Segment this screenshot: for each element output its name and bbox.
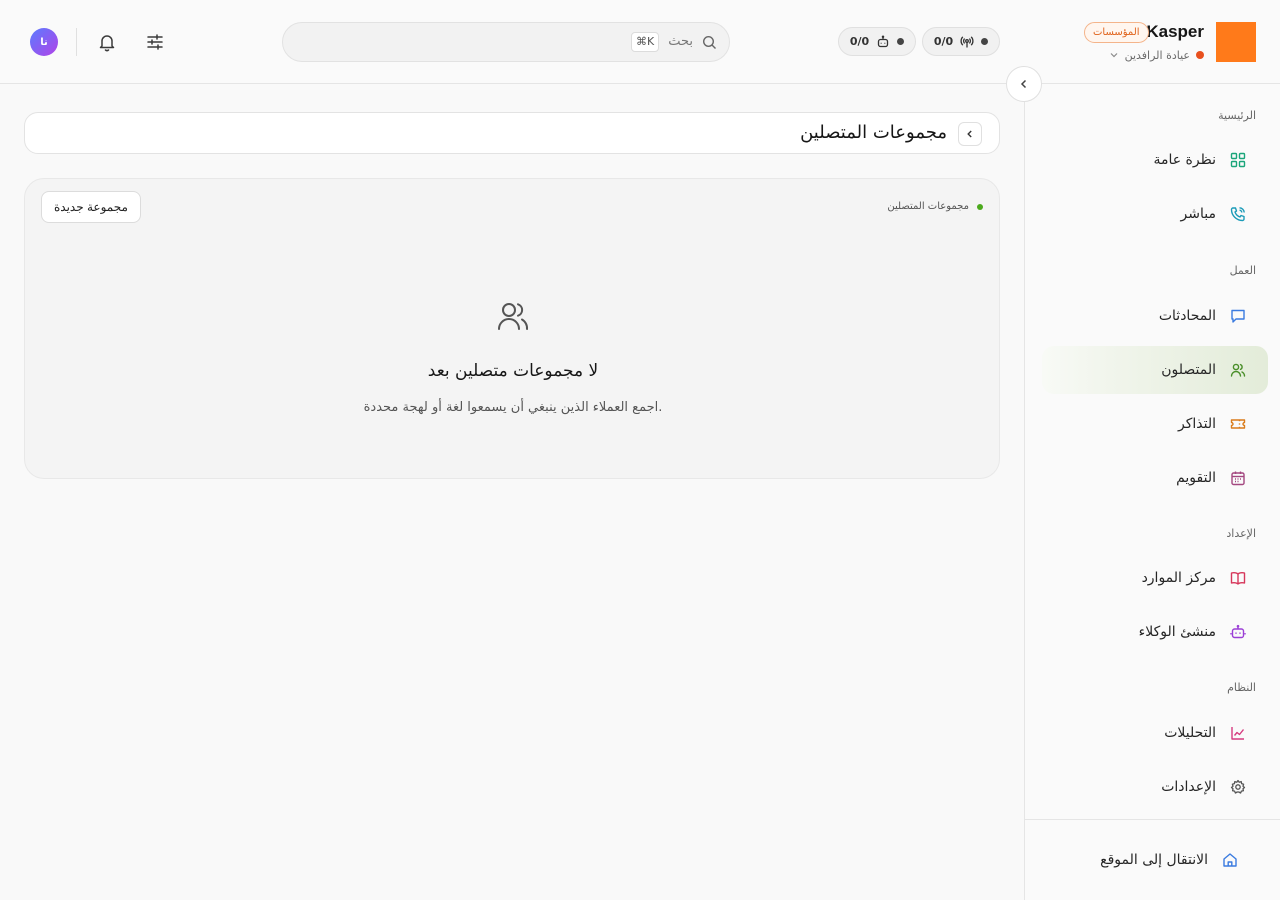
status-dot [897, 38, 905, 45]
card-section-label: مجموعات المتصلين [887, 201, 969, 212]
sidebar-section-system: النظام [1227, 681, 1256, 694]
workspace-switcher[interactable]: عيادة الرافدين [1109, 46, 1204, 64]
live-calls-count: 0/0 [933, 35, 954, 48]
chart-icon [1230, 725, 1246, 741]
sidebar-item-overview[interactable]: نظرة عامة [1042, 136, 1268, 184]
sidebar-item-label: مركز الموارد [1141, 570, 1216, 586]
sidebar-item-resource-center[interactable]: مركز الموارد [1042, 554, 1268, 602]
sidebar-item-agent-builder[interactable]: منشئ الوكلاء [1042, 608, 1268, 656]
chevron-left-icon [1018, 78, 1030, 90]
status-dot [977, 203, 983, 210]
sidebar-item-live[interactable]: مباشر [1042, 190, 1268, 238]
caller-groups-card: مجموعات المتصلين مجموعة جديدة لا مجموعات… [24, 178, 1000, 479]
sidebar-item-label: التحليلات [1164, 725, 1216, 741]
sidebar-item-settings[interactable]: الإعدادات [1042, 763, 1268, 811]
search-bar[interactable]: بحث ⌘K [282, 22, 730, 62]
search-input[interactable]: بحث [668, 34, 693, 49]
sidebar-item-label: الإعدادات [1161, 779, 1216, 795]
sidebar-section-home: الرئيسية [1218, 109, 1256, 122]
search-shortcut-hint: ⌘K [631, 32, 660, 52]
page-title: مجموعات المتصلين [800, 122, 947, 143]
chevron-down-icon [1109, 50, 1119, 60]
sidebar-item-label: المتصلون [1161, 362, 1216, 378]
empty-state-description: اجمع العملاء الذين ينبغي أن يسمعوا لغة أ… [363, 400, 663, 415]
agents-count: 0/0 [849, 35, 870, 48]
sidebar-item-label: المحادثات [1158, 308, 1216, 324]
user-avatar[interactable]: نا [30, 28, 58, 56]
ticket-icon [1230, 416, 1246, 432]
back-button[interactable] [958, 122, 982, 146]
users-icon [1230, 362, 1246, 378]
sidebar-item-label: منشئ الوكلاء [1138, 624, 1216, 640]
search-icon [702, 35, 717, 50]
sidebar-item-label: مباشر [1180, 206, 1216, 222]
agents-counter[interactable]: 0/0 [838, 27, 916, 56]
calendar-icon [1230, 470, 1246, 486]
phone-call-icon [1230, 206, 1246, 222]
sidebar-item-calendar[interactable]: التقويم [1042, 454, 1268, 502]
sidebar-item-callers[interactable]: المتصلون [1042, 346, 1268, 394]
header-divider [76, 28, 77, 56]
plan-badge: المؤسسات [1084, 22, 1149, 43]
sidebar-item-analytics[interactable]: التحليلات [1042, 709, 1268, 757]
filters-button[interactable] [141, 28, 169, 56]
workspace-name: عيادة الرافدين [1124, 48, 1190, 62]
sidebar-item-label: التقويم [1176, 470, 1216, 486]
sliders-icon [145, 32, 165, 52]
status-dot [981, 38, 989, 45]
bot-icon [876, 35, 890, 49]
empty-state-title: لا مجموعات متصلين بعد [427, 361, 599, 381]
gear-icon [1230, 779, 1246, 795]
bell-icon [97, 32, 117, 52]
notifications-button[interactable] [93, 28, 121, 56]
dashboard-icon [1230, 152, 1246, 168]
brand-name: Kasper [1146, 22, 1204, 41]
sidebar-item-conversations[interactable]: المحادثات [1042, 292, 1268, 340]
page-header: مجموعات المتصلين [24, 112, 1000, 154]
sidebar-section-work: العمل [1229, 264, 1256, 277]
card-header-label: مجموعات المتصلين [887, 201, 983, 212]
sidebar-divider [1025, 819, 1280, 820]
home-icon [1222, 852, 1238, 868]
chevron-left-icon [965, 129, 975, 139]
sidebar-item-label: الانتقال إلى الموقع [1100, 852, 1208, 868]
workspace-status-dot [1196, 51, 1204, 59]
sidebar-item-label: التذاكر [1177, 416, 1216, 432]
brand-logo[interactable] [1216, 22, 1256, 62]
sidebar-collapse-button[interactable] [1006, 66, 1042, 102]
bot-icon [1230, 624, 1246, 640]
sidebar-item-label: نظرة عامة [1153, 152, 1216, 168]
new-group-button[interactable]: مجموعة جديدة [41, 191, 141, 223]
users-icon [496, 299, 530, 333]
sidebar-section-setup: الإعداد [1226, 527, 1256, 540]
live-calls-counter[interactable]: 0/0 [922, 27, 1000, 56]
sidebar-item-go-to-site[interactable]: الانتقال إلى الموقع [1038, 836, 1264, 884]
chat-icon [1230, 308, 1246, 324]
book-icon [1230, 570, 1246, 586]
top-bar: Kasper المؤسسات عيادة الرافدين 0/0 0/0 ب… [0, 0, 1280, 84]
sidebar-item-tickets[interactable]: التذاكر [1042, 400, 1268, 448]
antenna-icon [960, 35, 974, 49]
